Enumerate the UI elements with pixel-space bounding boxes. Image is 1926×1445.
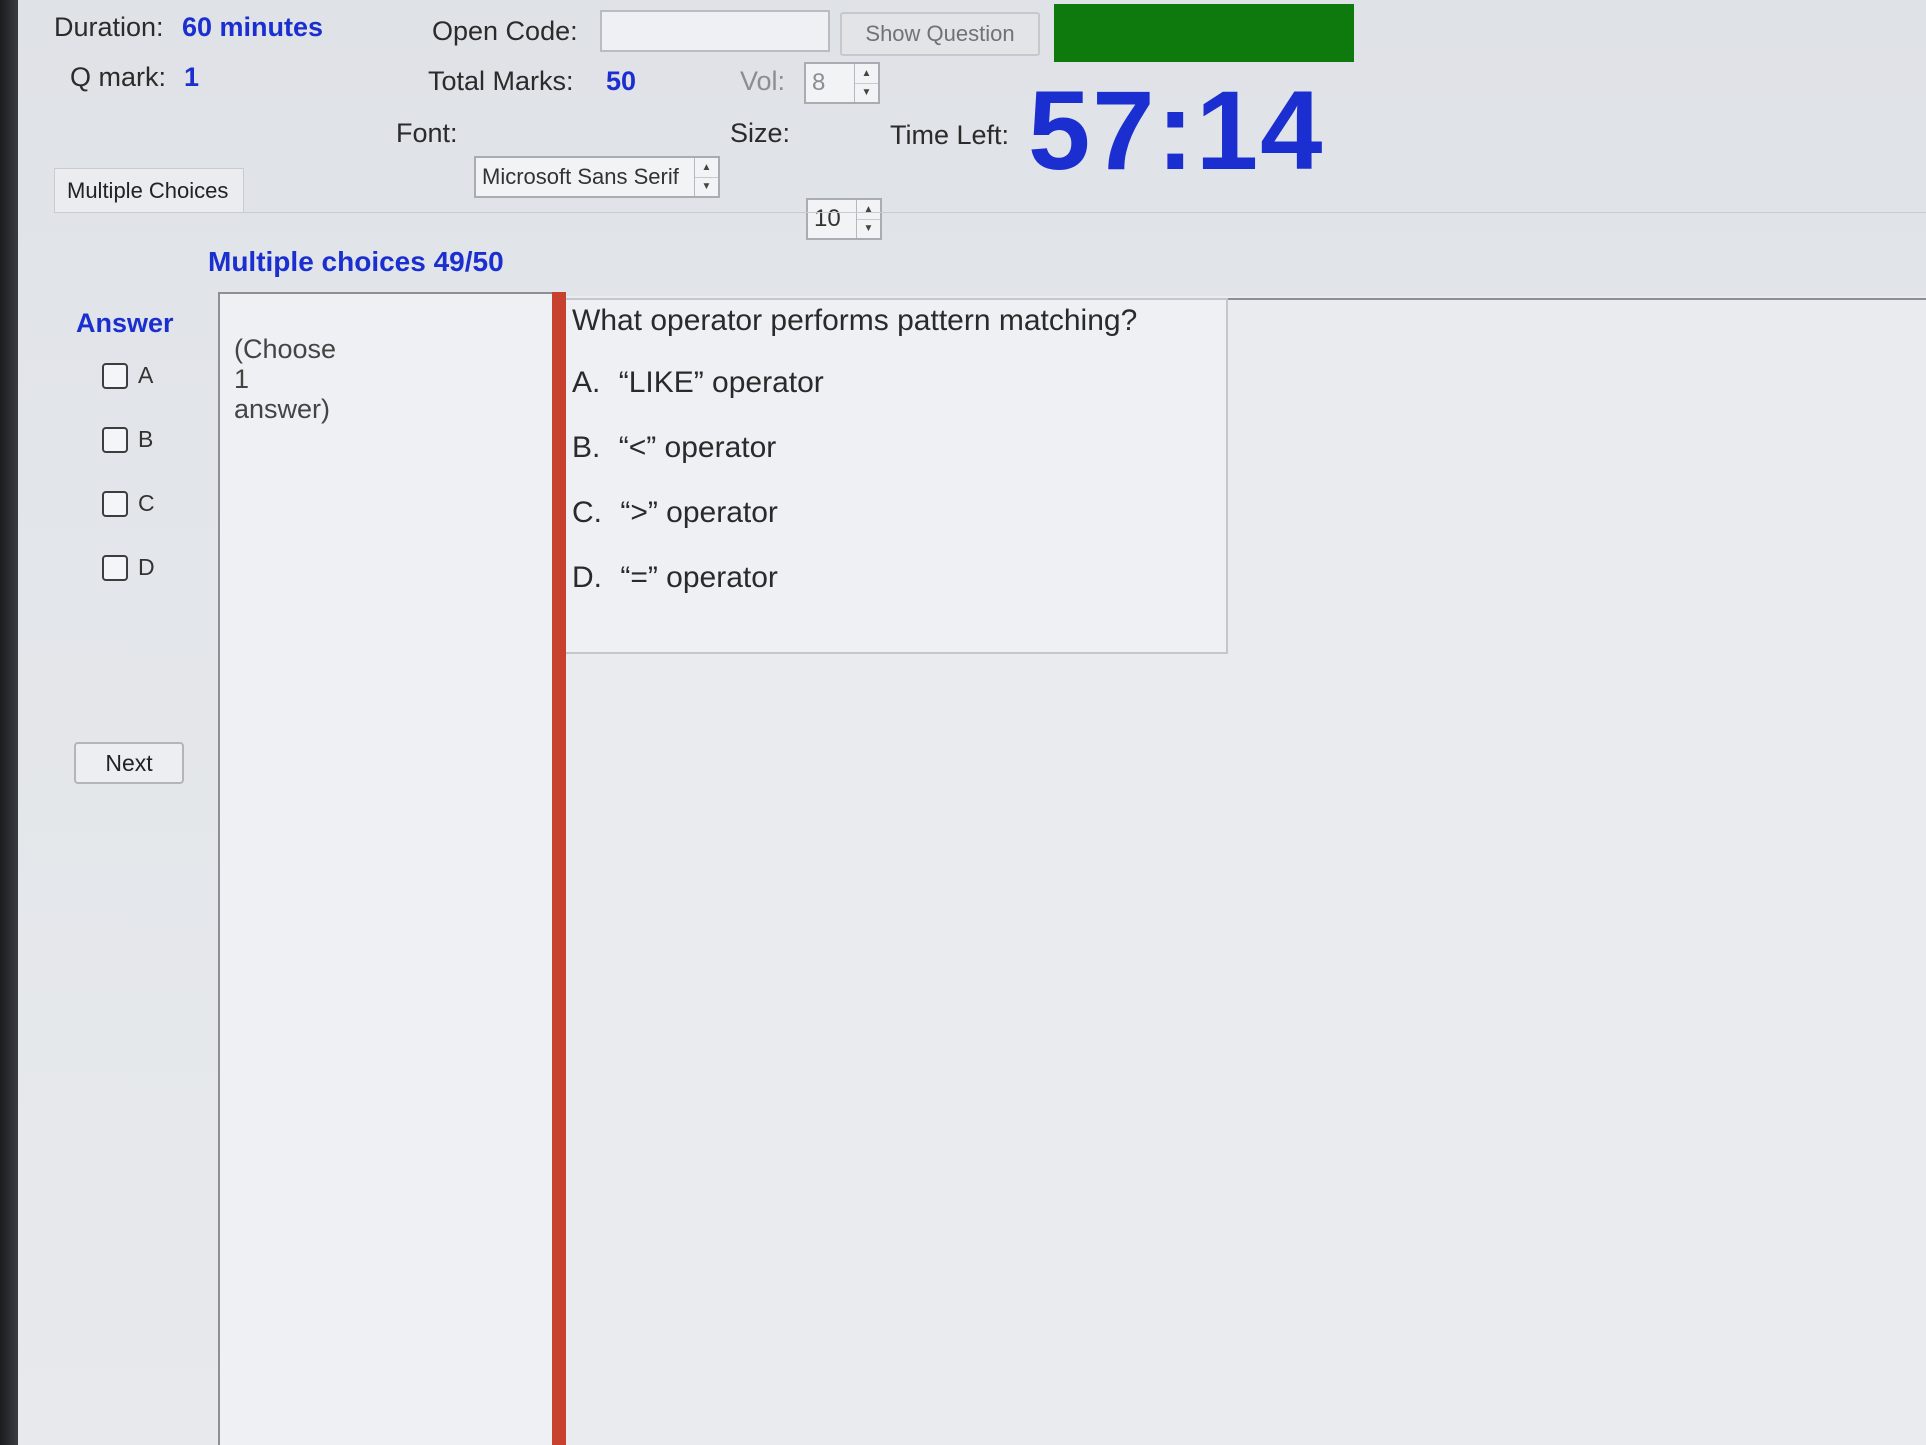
spin-up-icon[interactable]: ▲ bbox=[695, 158, 718, 178]
answer-choice-c[interactable]: C bbox=[102, 490, 155, 517]
choice-label-c: C bbox=[138, 490, 155, 516]
status-indicator bbox=[1054, 4, 1354, 62]
checkbox-c[interactable] bbox=[102, 490, 128, 517]
spin-down-icon[interactable]: ▼ bbox=[695, 178, 718, 197]
size-value: 10 bbox=[814, 205, 841, 232]
choose-instruction: (Choose 1 answer) bbox=[234, 334, 337, 424]
size-label: Size: bbox=[730, 118, 791, 148]
option-d-key: D. bbox=[572, 561, 602, 594]
answer-choice-d[interactable]: D bbox=[102, 554, 155, 581]
vol-value: 8 bbox=[812, 69, 826, 96]
option-b-text: “<” operator bbox=[618, 431, 777, 464]
duration-value: 60 minutes bbox=[182, 12, 324, 42]
checkbox-a[interactable] bbox=[102, 362, 128, 389]
vol-label: Vol: bbox=[740, 66, 786, 96]
total-marks-value: 50 bbox=[606, 66, 637, 96]
vol-spinner-arrows[interactable]: ▲ ▼ bbox=[854, 64, 878, 102]
qmark-label: Q mark: bbox=[70, 62, 167, 92]
exam-window: Duration: 60 minutes Open Code: Show Que… bbox=[18, 0, 1926, 1445]
instruction-panel: (Choose 1 answer) bbox=[218, 292, 556, 1445]
open-code-label: Open Code: bbox=[432, 16, 578, 46]
font-label: Font: bbox=[396, 118, 458, 148]
duration-label: Duration: bbox=[54, 12, 164, 42]
option-d-text: “=” operator bbox=[620, 561, 778, 594]
option-b: B. “<” operator bbox=[572, 431, 776, 465]
splitter-bar[interactable] bbox=[552, 292, 566, 1445]
size-spinner-arrows[interactable]: ▲ ▼ bbox=[856, 200, 880, 238]
spin-down-icon[interactable]: ▼ bbox=[855, 84, 878, 103]
size-spinner[interactable]: 10 ▲ ▼ bbox=[806, 198, 882, 240]
option-c-key: C. bbox=[572, 496, 602, 529]
font-selector[interactable]: Microsoft Sans Serif ▲ ▼ bbox=[474, 156, 720, 198]
checkbox-d[interactable] bbox=[102, 554, 128, 581]
vol-spinner[interactable]: 8 ▲ ▼ bbox=[804, 62, 880, 104]
option-d: D. “=” operator bbox=[572, 561, 778, 595]
option-a-text: “LIKE” operator bbox=[618, 366, 824, 399]
spin-up-icon[interactable]: ▲ bbox=[855, 64, 878, 84]
answer-choice-b[interactable]: B bbox=[102, 426, 153, 453]
show-question-button[interactable]: Show Question bbox=[840, 12, 1040, 56]
open-code-input[interactable] bbox=[600, 10, 830, 52]
option-a-key: A. bbox=[572, 366, 601, 399]
option-c: C. “>” operator bbox=[572, 496, 778, 530]
option-b-key: B. bbox=[572, 431, 601, 464]
choice-label-b: B bbox=[138, 426, 154, 452]
answer-choice-a[interactable]: A bbox=[102, 362, 153, 389]
answer-title: Answer bbox=[76, 308, 174, 338]
time-left-value: 57:14 bbox=[1028, 68, 1325, 193]
spin-up-icon[interactable]: ▲ bbox=[857, 200, 880, 220]
section-title: Multiple choices 49/50 bbox=[208, 246, 504, 277]
question-box: What operator performs pattern matching?… bbox=[566, 298, 1228, 654]
option-a: A. “LIKE” operator bbox=[572, 366, 824, 400]
question-panel-border bbox=[1228, 298, 1926, 300]
font-selector-arrows[interactable]: ▲ ▼ bbox=[694, 158, 718, 196]
total-marks-label: Total Marks: bbox=[428, 66, 574, 96]
time-left-label: Time Left: bbox=[890, 120, 1010, 150]
spin-down-icon[interactable]: ▼ bbox=[857, 220, 880, 239]
choice-label-d: D bbox=[138, 554, 155, 580]
tab-divider bbox=[54, 212, 1926, 213]
question-text: What operator performs pattern matching? bbox=[572, 304, 1138, 337]
screen-bezel bbox=[0, 0, 18, 1445]
option-c-text: “>” operator bbox=[620, 496, 778, 529]
qmark-value: 1 bbox=[184, 62, 200, 92]
next-button[interactable]: Next bbox=[74, 742, 184, 784]
checkbox-b[interactable] bbox=[102, 426, 128, 453]
tab-multiple-choices[interactable]: Multiple Choices bbox=[54, 168, 244, 212]
font-value: Microsoft Sans Serif bbox=[482, 164, 679, 189]
choice-label-a: A bbox=[138, 362, 154, 388]
